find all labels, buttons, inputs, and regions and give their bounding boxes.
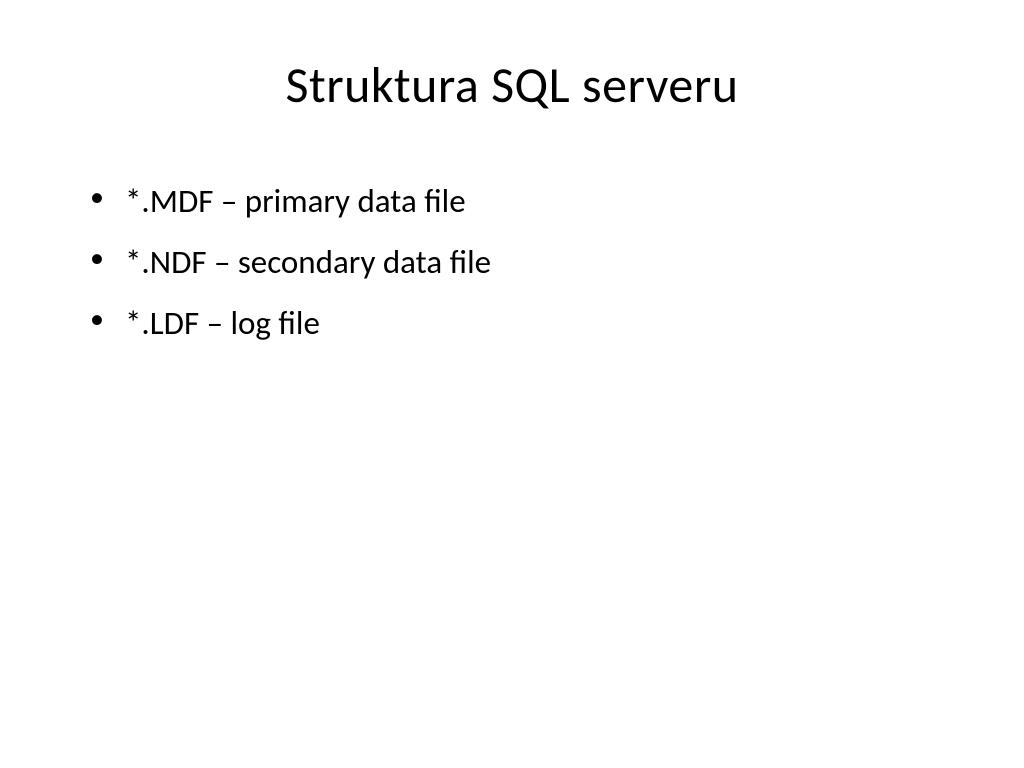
list-item: *.MDF – primary data file <box>90 171 964 232</box>
list-item: *.NDF – secondary data file <box>90 232 964 293</box>
slide-title: Struktura SQL serveru <box>60 55 964 116</box>
slide-container: Struktura SQL serveru *.MDF – primary da… <box>0 0 1024 768</box>
slide-content: *.MDF – primary data file *.NDF – second… <box>60 171 964 354</box>
list-item: *.LDF – log file <box>90 293 964 354</box>
bullet-list: *.MDF – primary data file *.NDF – second… <box>90 171 964 354</box>
